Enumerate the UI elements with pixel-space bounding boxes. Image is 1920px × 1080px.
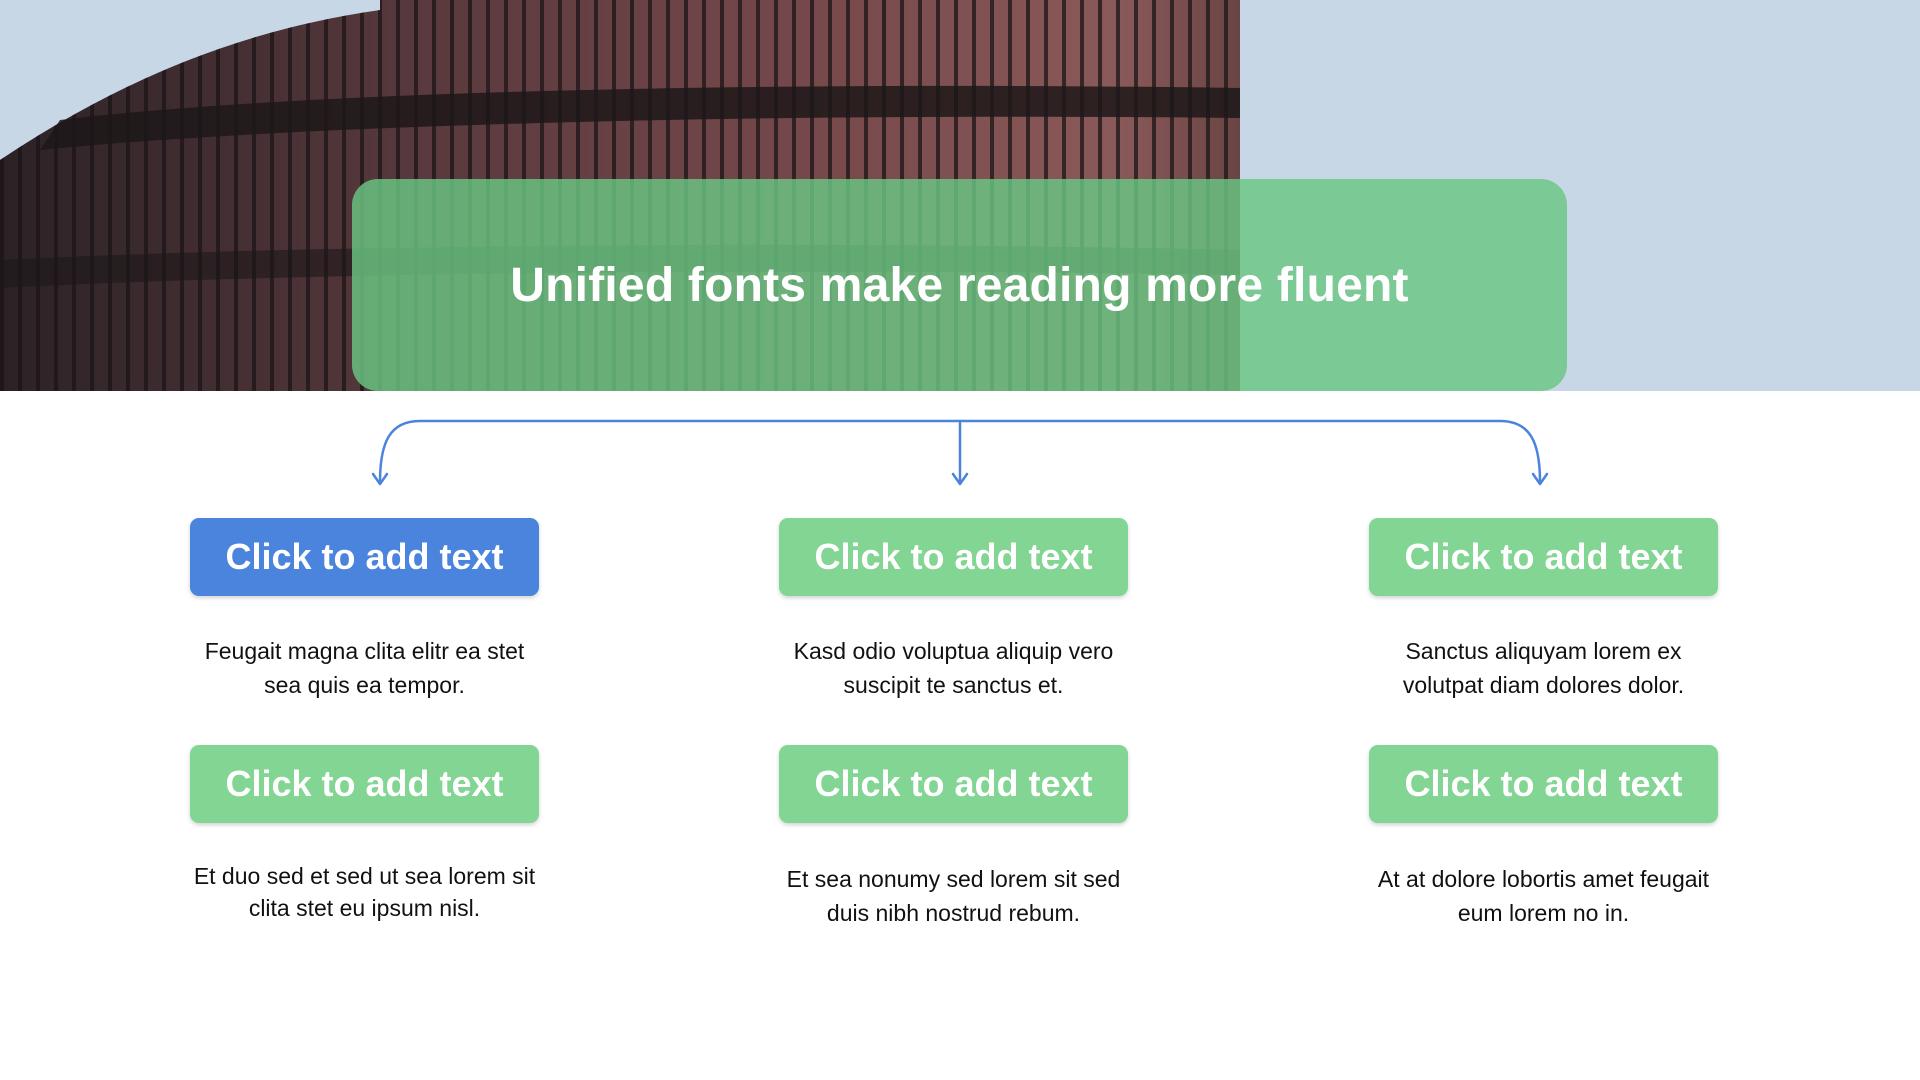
arrowhead-right bbox=[1531, 472, 1549, 486]
column-2-top-button[interactable]: Click to add text bbox=[779, 518, 1128, 596]
page-title[interactable]: Unified fonts make reading more fluent bbox=[510, 258, 1408, 313]
connector-line bbox=[378, 419, 1542, 484]
column-3-top-text: Sanctus aliquyam lorem ex volutpat diam … bbox=[1402, 638, 1685, 698]
column-1-top-button[interactable]: Click to add text bbox=[190, 518, 539, 596]
column-2-bottom-text: Et sea nonumy sed lorem sit sed duis nib… bbox=[786, 866, 1121, 926]
column-3-bottom-button[interactable]: Click to add text bbox=[1369, 745, 1718, 823]
column-3-top-button[interactable]: Click to add text bbox=[1369, 518, 1718, 596]
arrowhead-center bbox=[951, 472, 969, 486]
column-2-bottom-button[interactable]: Click to add text bbox=[779, 745, 1128, 823]
arrowhead-left bbox=[371, 472, 389, 486]
title-banner: Unified fonts make reading more fluent bbox=[352, 179, 1567, 391]
column-1-bottom-text: Et duo sed et sed ut sea lorem sit clita… bbox=[193, 863, 536, 921]
column-2-top-text: Kasd odio voluptua aliquip vero suscipit… bbox=[793, 638, 1114, 698]
column-1-bottom-button[interactable]: Click to add text bbox=[190, 745, 539, 823]
column-1-top-text: Feugait magna clita elitr ea stet sea qu… bbox=[204, 638, 525, 698]
column-3-bottom-text: At at dolore lobortis amet feugait eum l… bbox=[1377, 866, 1710, 926]
